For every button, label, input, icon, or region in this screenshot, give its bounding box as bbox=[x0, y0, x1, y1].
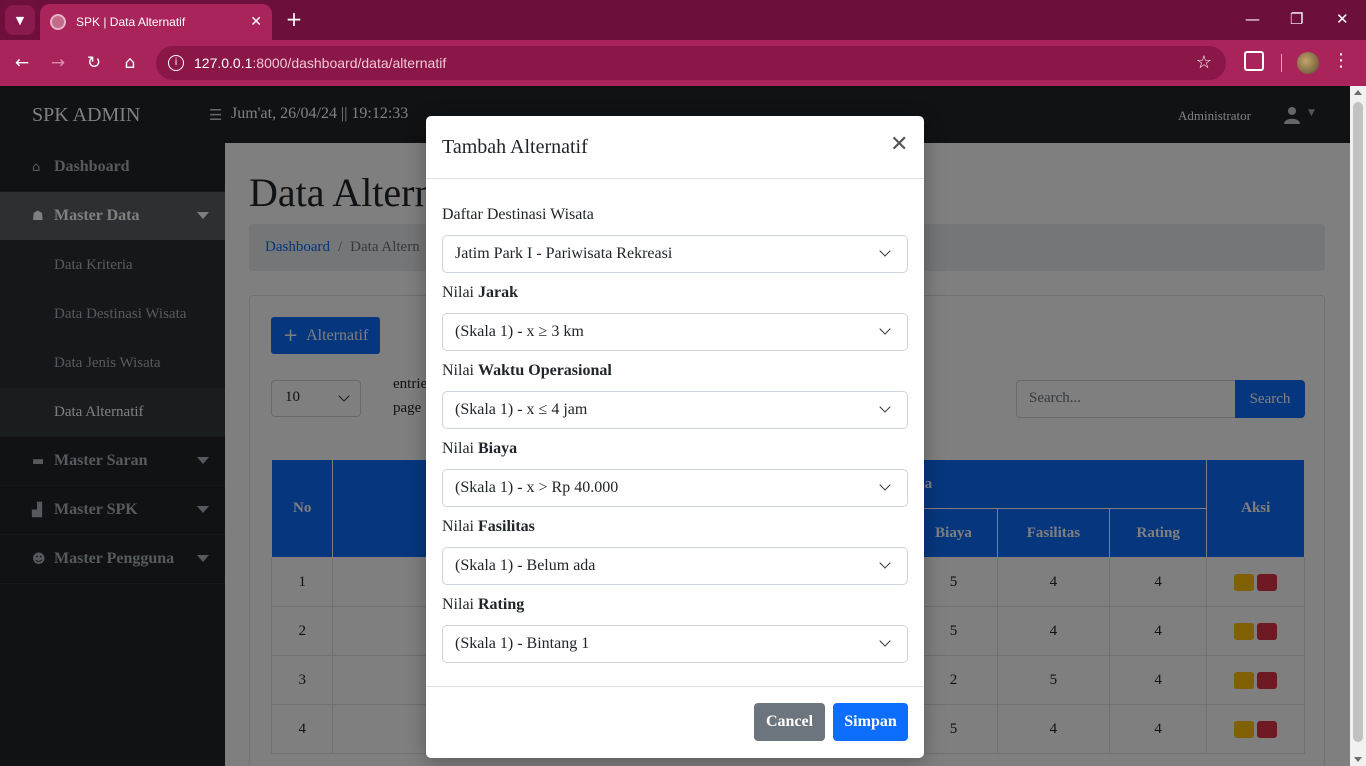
site-info-icon[interactable]: i bbox=[168, 55, 184, 71]
browser-toolbar: ← → ↻ ⌂ i 127.0.0.1:8000/dashboard/data/… bbox=[0, 40, 1366, 86]
chevron-down-icon bbox=[879, 401, 891, 413]
modal-header: Tambah Alternatif ✕ bbox=[426, 116, 924, 179]
modal-footer: Cancel Simpan bbox=[426, 686, 924, 758]
label-bold: Waktu Operasional bbox=[478, 362, 612, 379]
tab-title: SPK | Data Alternatif bbox=[76, 15, 186, 29]
chevron-down-icon bbox=[879, 479, 891, 491]
biaya-select[interactable]: (Skala 1) - x > Rp 40.000 bbox=[442, 469, 908, 507]
select-value: (Skala 1) - x > Rp 40.000 bbox=[455, 479, 619, 496]
modal-title: Tambah Alternatif bbox=[442, 136, 588, 158]
scroll-thumb[interactable] bbox=[1353, 102, 1363, 742]
profile-avatar[interactable] bbox=[1297, 52, 1319, 74]
chevron-down-icon bbox=[879, 245, 891, 257]
save-button[interactable]: Simpan bbox=[833, 703, 908, 741]
reload-icon[interactable]: ↻ bbox=[83, 52, 105, 74]
rating-label: Nilai Rating bbox=[442, 596, 524, 614]
close-icon[interactable]: ✕ bbox=[890, 132, 908, 157]
bookmark-star-icon[interactable]: ☆ bbox=[1196, 52, 1212, 73]
cancel-button[interactable]: Cancel bbox=[754, 703, 825, 741]
label-prefix: Nilai bbox=[442, 440, 478, 457]
label-prefix: Nilai bbox=[442, 518, 478, 535]
label-bold: Fasilitas bbox=[478, 518, 535, 535]
select-value: (Skala 1) - x ≤ 4 jam bbox=[455, 401, 588, 418]
destinasi-select[interactable]: Jatim Park I - Pariwisata Rekreasi bbox=[442, 235, 908, 273]
destinasi-label: Daftar Destinasi Wisata bbox=[442, 206, 594, 224]
toolbar-divider bbox=[1281, 54, 1282, 72]
tambah-alternatif-modal: Tambah Alternatif ✕ Daftar Destinasi Wis… bbox=[426, 116, 924, 758]
label-prefix: Nilai bbox=[442, 284, 478, 301]
back-icon[interactable]: ← bbox=[11, 52, 33, 74]
label-prefix: Nilai bbox=[442, 596, 478, 613]
rating-select[interactable]: (Skala 1) - Bintang 1 bbox=[442, 625, 908, 663]
scroll-up-icon[interactable] bbox=[1354, 90, 1362, 95]
jarak-select[interactable]: (Skala 1) - x ≥ 3 km bbox=[442, 313, 908, 351]
minimize-icon[interactable]: — bbox=[1245, 10, 1260, 28]
close-window-icon[interactable]: ✕ bbox=[1336, 10, 1349, 28]
forward-icon[interactable]: → bbox=[47, 52, 69, 74]
label-prefix: Daftar Destinasi Wisata bbox=[442, 206, 594, 223]
waktu-operasional-select[interactable]: (Skala 1) - x ≤ 4 jam bbox=[442, 391, 908, 429]
label-bold: Biaya bbox=[478, 440, 518, 457]
address-bar[interactable]: i 127.0.0.1:8000/dashboard/data/alternat… bbox=[156, 46, 1226, 80]
select-value: (Skala 1) - Bintang 1 bbox=[455, 635, 590, 652]
biaya-label: Nilai Biaya bbox=[442, 440, 517, 458]
browser-tab-bar: ▼ SPK | Data Alternatif ✕ + — ❐ ✕ bbox=[0, 0, 1366, 40]
url-path: :8000/dashboard/data/alternatif bbox=[252, 55, 447, 71]
fasilitas-label: Nilai Fasilitas bbox=[442, 518, 535, 536]
label-prefix: Nilai bbox=[442, 362, 478, 379]
select-value: (Skala 1) - Belum ada bbox=[455, 557, 596, 574]
select-value: (Skala 1) - x ≥ 3 km bbox=[455, 323, 584, 340]
favicon-icon bbox=[50, 14, 66, 30]
waktu-operasional-label: Nilai Waktu Operasional bbox=[442, 362, 612, 380]
browser-menu-icon[interactable]: ⋮ bbox=[1332, 50, 1350, 71]
chevron-down-icon bbox=[879, 635, 891, 647]
chevron-down-icon bbox=[879, 557, 891, 569]
page-scrollbar[interactable] bbox=[1350, 86, 1366, 766]
scroll-down-icon[interactable] bbox=[1354, 757, 1362, 762]
browser-tab[interactable]: SPK | Data Alternatif ✕ bbox=[40, 4, 272, 40]
new-tab-button[interactable]: + bbox=[282, 8, 306, 32]
url-host: 127.0.0.1 bbox=[194, 55, 253, 71]
home-icon[interactable]: ⌂ bbox=[119, 52, 141, 74]
label-bold: Rating bbox=[478, 596, 525, 613]
close-tab-icon[interactable]: ✕ bbox=[250, 14, 262, 30]
restore-icon[interactable]: ❐ bbox=[1290, 10, 1303, 28]
select-value: Jatim Park I - Pariwisata Rekreasi bbox=[455, 245, 673, 262]
chevron-down-icon bbox=[879, 323, 891, 335]
extensions-icon[interactable] bbox=[1244, 51, 1264, 71]
tab-search-button[interactable]: ▼ bbox=[5, 5, 35, 35]
label-bold: Jarak bbox=[478, 284, 518, 301]
jarak-label: Nilai Jarak bbox=[442, 284, 518, 302]
fasilitas-select[interactable]: (Skala 1) - Belum ada bbox=[442, 547, 908, 585]
